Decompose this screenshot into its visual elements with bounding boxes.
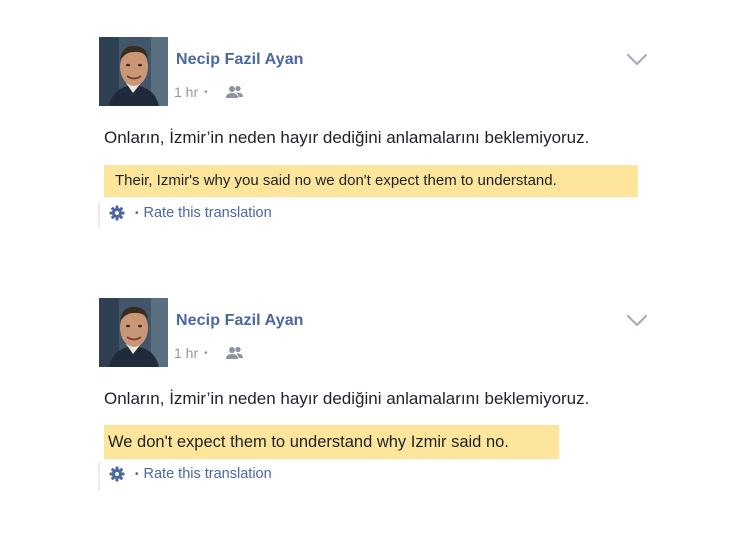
author-name[interactable]: Necip Fazil Ayan	[176, 312, 304, 330]
post-meta: 1 hr •	[174, 84, 244, 100]
divider	[98, 202, 100, 228]
chevron-down-icon[interactable]	[626, 53, 648, 67]
chevron-down-icon[interactable]	[626, 314, 648, 328]
meta-separator: •	[204, 86, 208, 98]
friends-icon[interactable]	[225, 85, 244, 99]
rate-translation-row: • Rate this translation	[109, 466, 272, 482]
post-card: Necip Fazil Ayan 1 hr • Onların, İzmir’i…	[0, 298, 756, 498]
rate-translation-row: • Rate this translation	[109, 205, 272, 221]
original-text: Onların, İzmir’in neden hayır dediğini a…	[104, 389, 590, 408]
avatar[interactable]	[99, 298, 168, 367]
gear-icon[interactable]	[109, 466, 125, 482]
timestamp[interactable]: 1 hr	[174, 345, 198, 361]
post-meta: 1 hr •	[174, 345, 244, 361]
timestamp[interactable]: 1 hr	[174, 84, 198, 100]
meta-separator: •	[204, 347, 208, 359]
avatar[interactable]	[99, 37, 168, 106]
author-name[interactable]: Necip Fazil Ayan	[176, 51, 304, 69]
rate-translation-link[interactable]: Rate this translation	[144, 466, 272, 482]
rate-translation-link[interactable]: Rate this translation	[144, 205, 272, 221]
friends-icon[interactable]	[225, 346, 244, 360]
original-text: Onların, İzmir’in neden hayır dediğini a…	[104, 128, 590, 147]
translation-text: Their, Izmir's why you said no we don't …	[104, 165, 638, 197]
translation-text: We don't expect them to understand why I…	[104, 425, 559, 459]
divider	[98, 463, 100, 491]
rate-separator: •	[135, 468, 139, 480]
rate-separator: •	[135, 207, 139, 219]
post-card: Necip Fazil Ayan 1 hr • Onların, İzmir’i…	[0, 37, 756, 237]
gear-icon[interactable]	[109, 205, 125, 221]
